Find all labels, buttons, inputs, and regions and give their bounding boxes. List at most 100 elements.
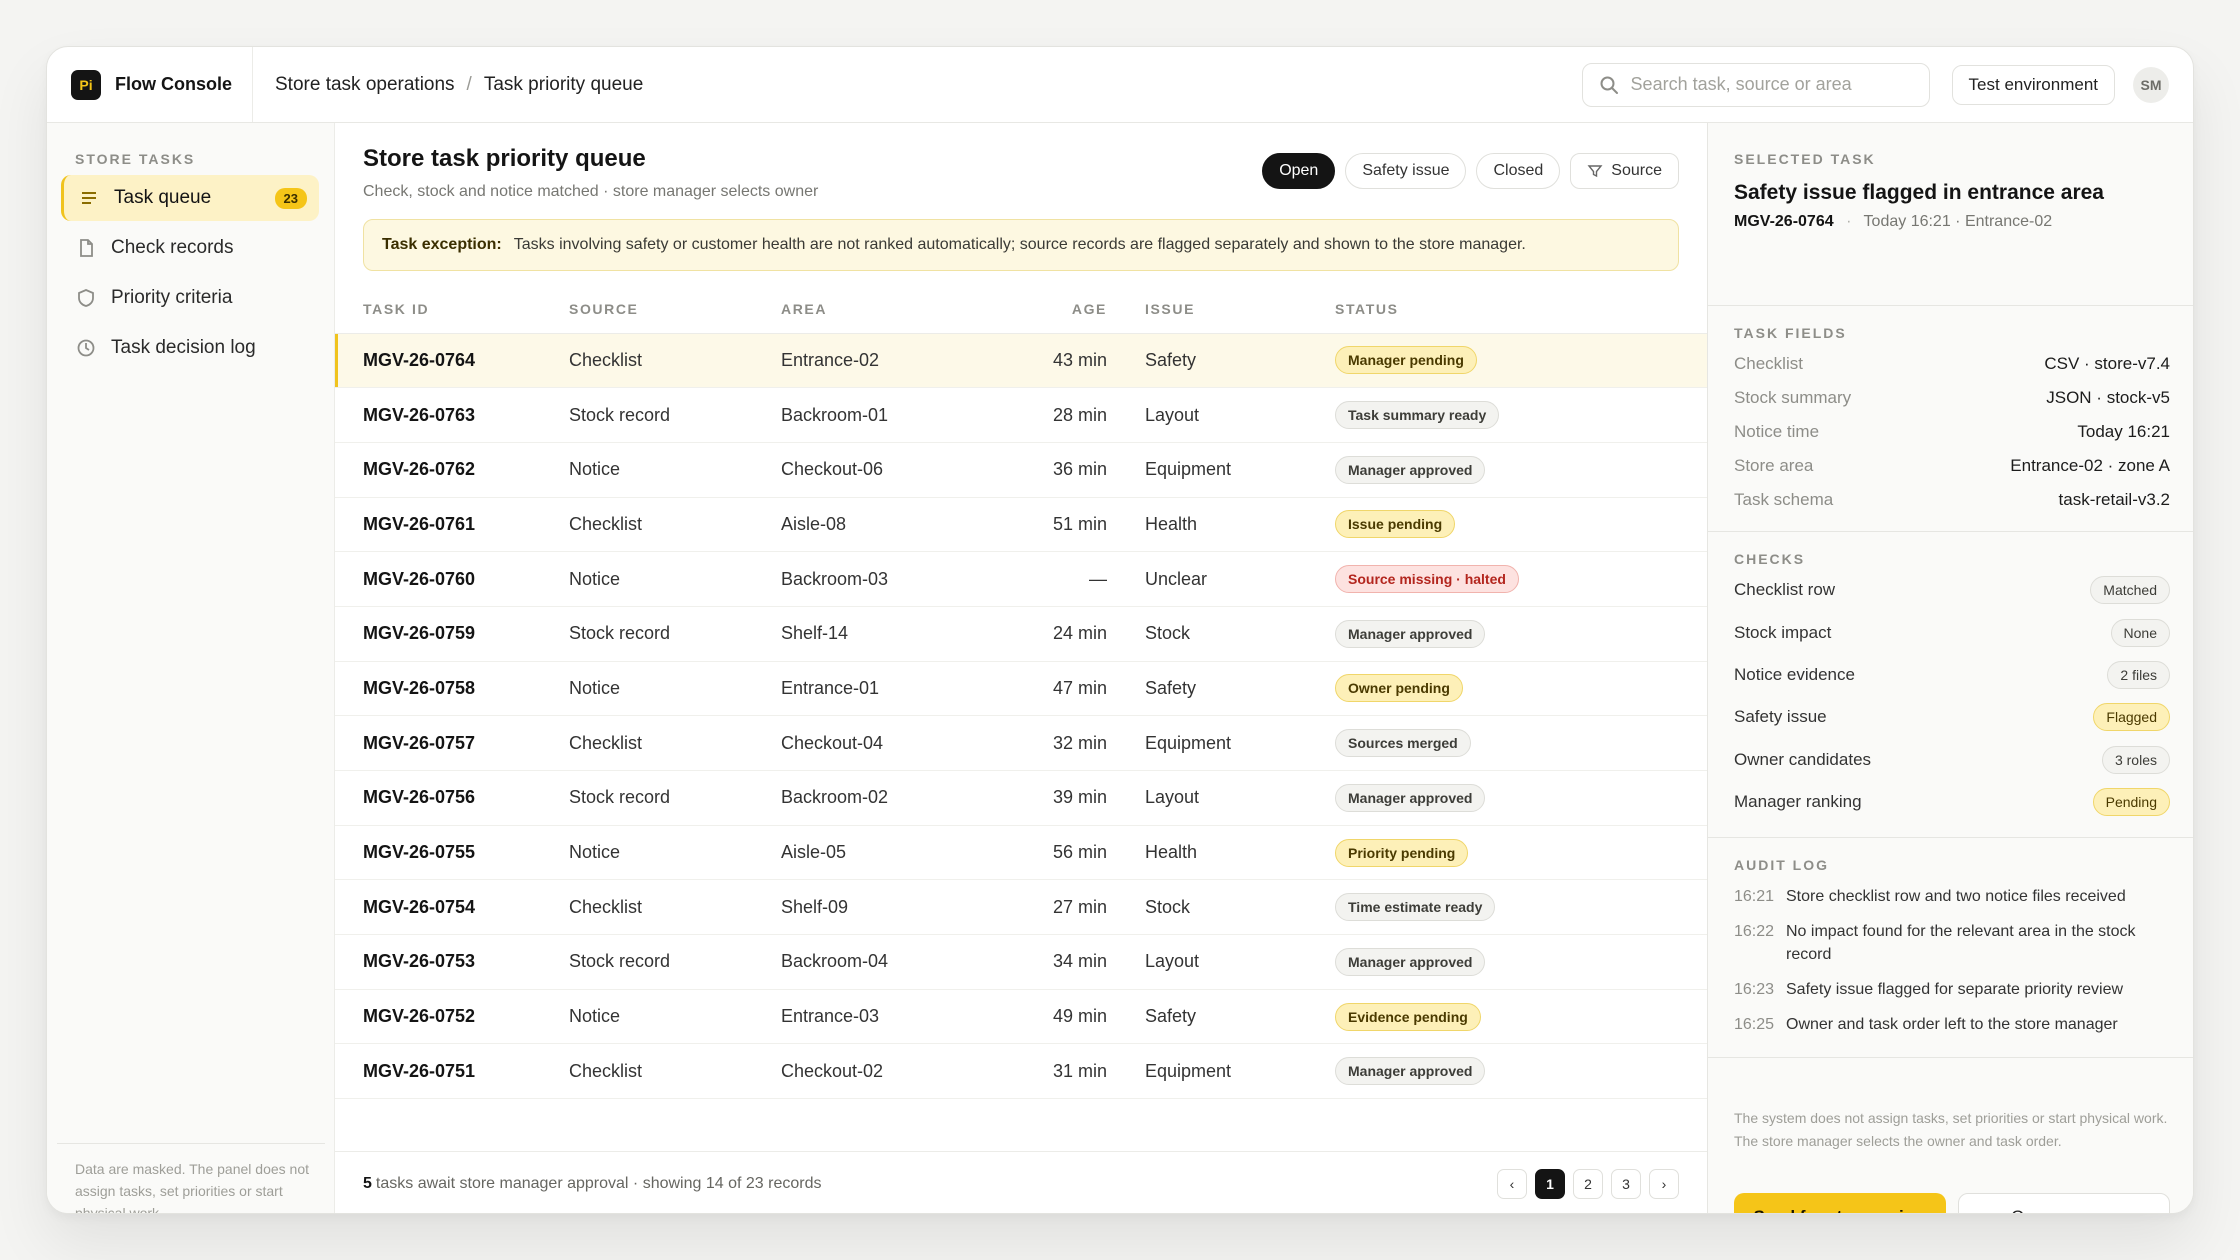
filter-icon [1587, 165, 1603, 178]
table-row[interactable]: MGV-26-0751 Checklist Checkout-02 31 min Equ… [335, 1043, 1707, 1100]
table-row[interactable]: MGV-26-0763 Stock record Backroom-01 28 min… [335, 387, 1707, 443]
table-row[interactable]: MGV-26-0757 Checklist Checkout-04 32 min Equ… [335, 715, 1707, 771]
spacer-cell [1107, 715, 1145, 771]
area-cell: Shelf-09 [781, 879, 977, 936]
age-cell: 39 min [977, 770, 1107, 826]
audit-log-text: No impact found for the relevant area in… [1786, 923, 2136, 963]
page-next-button[interactable]: › [1649, 1168, 1679, 1199]
spacer-cell [1107, 387, 1145, 443]
page-1-button[interactable]: 1 [1535, 1168, 1565, 1199]
spacer-cell [1107, 661, 1145, 717]
footer-summary: tasks await store manager approval · sho… [375, 1174, 822, 1192]
table-row[interactable]: MGV-26-0760 Notice Backroom-03— Unclear Sour… [335, 551, 1707, 607]
filter-closed[interactable]: Closed [1476, 153, 1561, 189]
column-header-source[interactable]: SOURCE [569, 285, 781, 334]
sidebar-item-task-queue[interactable]: Task queue 23 [61, 175, 319, 221]
table-row[interactable]: MGV-26-0755 Notice Aisle-05 56 min Health Pri… [335, 825, 1707, 881]
task-field-key: Task schema [1734, 490, 1834, 509]
clock-icon [75, 337, 97, 359]
table-row[interactable]: MGV-26-0752 Notice Entrance-03 49 min Safety… [335, 989, 1707, 1045]
area-cell: Backroom-02 [781, 770, 977, 826]
column-header-age[interactable]: AGE [977, 285, 1107, 334]
source-cell: Notice [569, 551, 781, 607]
status-badge: Evidence pending [1335, 1002, 1481, 1031]
audit-log-entry: 16:21 Store checklist row and two notice … [1734, 885, 2170, 908]
task-id-cell: MGV-26-0753 [335, 934, 569, 990]
source-cell: Stock record [569, 770, 781, 826]
column-header-task-id[interactable]: TASK ID [335, 285, 569, 334]
area-cell: Checkout-04 [781, 715, 977, 771]
audit-log-list: 16:21 Store checklist row and two notice … [1734, 885, 2170, 1036]
status-cell: Priority pending [1335, 825, 1707, 881]
status-badge: Sources merged [1335, 729, 1471, 758]
table-row[interactable]: MGV-26-0754 Checklist Shelf-09 27 min Stock T… [335, 879, 1707, 936]
environment-button[interactable]: Test environment [1951, 64, 2115, 105]
table-row[interactable]: MGV-26-0764 Checklist Entrance-02 43 min Saf… [335, 333, 1707, 389]
check-status-badge: Pending [2092, 788, 2170, 817]
age-cell: 47 min [977, 661, 1107, 717]
table-row[interactable]: MGV-26-0753 Stock record Backroom-04 34 min… [335, 934, 1707, 990]
page-2-button[interactable]: 2 [1573, 1168, 1603, 1199]
source-cell: Notice [569, 825, 781, 881]
page-prev-button[interactable]: ‹ [1497, 1168, 1527, 1199]
spacer-cell [1107, 333, 1145, 389]
sidebar-item-label: Task queue [114, 187, 212, 208]
area-cell: Backroom-04 [781, 934, 977, 990]
audit-log-entry: 16:23 Safety issue flagged for separate p… [1734, 978, 2170, 1001]
status-cell: Time estimate ready [1335, 879, 1707, 936]
task-field-key: Checklist [1734, 354, 1803, 373]
task-field-row: Checklist CSV · store-v7.4 [1734, 347, 2170, 381]
status-badge: Source missing · halted [1335, 565, 1519, 594]
exception-label: Task exception: [382, 236, 502, 253]
filter-source[interactable]: Source [1570, 153, 1679, 189]
column-header-area[interactable]: AREA [781, 285, 977, 334]
area-cell: Entrance-03 [781, 989, 977, 1045]
sidebar-item-task-decision-log[interactable]: Task decision log [61, 325, 319, 371]
check-status-badge: 3 roles [2101, 745, 2170, 774]
checks-list: Checklist row Matched Stock impact None Noti… [1734, 569, 2170, 823]
issue-cell: Layout [1145, 770, 1335, 826]
search-icon [1600, 76, 1618, 94]
area-cell: Aisle-08 [781, 497, 977, 553]
status-badge: Manager approved [1335, 455, 1486, 484]
sidebar-item-priority-criteria[interactable]: Priority criteria [61, 275, 319, 321]
table-row[interactable]: MGV-26-0761 Checklist Aisle-08 51 min Health… [335, 497, 1707, 553]
filter-open[interactable]: Open [1262, 153, 1336, 189]
table-row[interactable]: MGV-26-0762 Notice Checkout-06 36 min Equipm… [335, 442, 1707, 498]
table-row[interactable]: MGV-26-0756 Stock record Backroom-02 39 min… [335, 770, 1707, 826]
audit-log-label: AUDIT LOG [1734, 857, 1829, 873]
brand[interactable]: Pi Flow Console [47, 47, 253, 122]
issue-cell: Equipment [1145, 442, 1335, 498]
area-cell: Aisle-05 [781, 825, 977, 881]
table-row[interactable]: MGV-26-0759 Stock record Shelf-14 24 min Sto… [335, 606, 1707, 662]
sidebar: STORE TASKS Task queue 23 Check records … [47, 123, 335, 1213]
spacer-cell [1107, 825, 1145, 881]
awaiting-count: 5 [363, 1174, 372, 1192]
issue-cell: Layout [1145, 387, 1335, 443]
page-3-button[interactable]: 3 [1611, 1168, 1641, 1199]
task-field-key: Stock summary [1734, 388, 1852, 407]
column-header-issue[interactable]: ISSUE [1145, 285, 1335, 334]
send-for-store-review-button[interactable]: Send for store review [1734, 1193, 1946, 1213]
search-input[interactable] [1630, 74, 1911, 95]
task-id-cell: MGV-26-0761 [335, 497, 569, 553]
open-sources-button[interactable]: Open sources [1958, 1193, 2170, 1213]
check-row: Notice evidence 2 files [1734, 654, 2170, 696]
column-header-status[interactable]: STATUS [1335, 285, 1707, 334]
sidebar-item-check-records[interactable]: Check records [61, 225, 319, 271]
check-name: Owner candidates [1734, 749, 1872, 769]
status-badge: Owner pending [1335, 674, 1463, 703]
check-name: Manager ranking [1734, 792, 1862, 812]
exception-text: Tasks involving safety or customer healt… [513, 236, 1526, 253]
area-cell: Entrance-02 [781, 333, 977, 389]
spacer-cell [1107, 879, 1145, 936]
task-field-value: task-retail-v3.2 [2058, 490, 2170, 509]
source-cell: Checklist [569, 333, 781, 389]
search-box[interactable] [1581, 62, 1930, 107]
user-avatar[interactable]: SM [2133, 66, 2169, 103]
breadcrumb-item-store-task-operations[interactable]: Store task operations [275, 74, 455, 96]
age-cell: 31 min [977, 1043, 1107, 1100]
status-badge: Manager approved [1335, 947, 1486, 976]
filter-safety-issue[interactable]: Safety issue [1345, 153, 1467, 189]
table-row[interactable]: MGV-26-0758 Notice Entrance-01 47 min Safety… [335, 661, 1707, 717]
